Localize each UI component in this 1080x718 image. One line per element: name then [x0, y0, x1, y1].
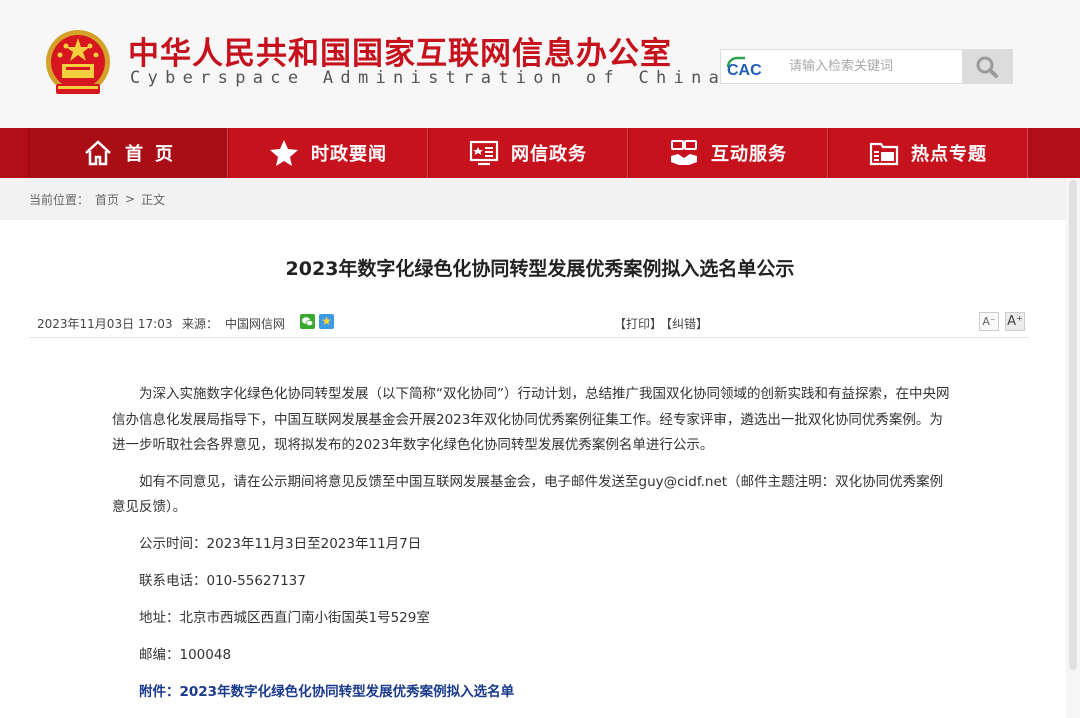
paragraph: 如有不同意见，请在公示期间将意见反馈至中国互联网发展基金会，电子邮件发送至guy…	[112, 473, 944, 516]
nav-item-label: 网信政务	[511, 144, 587, 165]
monitor-icon	[469, 138, 499, 168]
main-nav: 首页 时政要闻 网信政务 互动服务 热点专题	[0, 128, 1080, 178]
folder-icon	[869, 138, 899, 168]
breadcrumb: 当前位置： 首页 > 正文	[0, 178, 1080, 220]
national-emblem-icon	[46, 30, 110, 94]
nav-item-affairs[interactable]: 网信政务	[428, 128, 628, 178]
print-link[interactable]: 【打印】	[614, 315, 662, 332]
search-button[interactable]	[962, 50, 1012, 83]
nav-edge-right	[1028, 128, 1080, 178]
cac-logo-icon: CAC	[726, 56, 762, 79]
breadcrumb-home[interactable]: 首页	[95, 191, 119, 208]
nav-item-news[interactable]: 时政要闻	[228, 128, 428, 178]
svg-text:CAC: CAC	[727, 62, 762, 79]
source-name: 中国网信网	[225, 317, 286, 331]
nav-item-label: 热点专题	[911, 144, 987, 165]
search-icon	[976, 56, 998, 78]
nav-item-label: 首页	[125, 144, 185, 165]
postcode-line: 邮编：100048	[139, 646, 232, 663]
nav-item-service[interactable]: 互动服务	[628, 128, 828, 178]
site-title-en: Cyberspace Administration of China	[130, 68, 727, 88]
breadcrumb-prefix: 当前位置：	[29, 192, 90, 207]
source-label: 来源：	[182, 317, 219, 331]
article-meta-bar: 2023年11月03日 17:03 来源： 中国网信网 ★ 【打印】 【纠错】 …	[29, 308, 1029, 338]
page-title: 2023年数字化绿色化协同转型发展优秀案例拟入选名单公示	[285, 258, 795, 280]
search-box: CAC	[720, 49, 1013, 84]
nav-item-label: 互动服务	[711, 144, 787, 165]
paragraph: 为深入实施数字化绿色化协同转型发展（以下简称“双化协同”）行动计划，总结推广我国…	[112, 386, 950, 453]
breadcrumb-current: 正文	[141, 192, 166, 207]
phone-line: 联系电话：010-55627137	[139, 572, 306, 589]
attachment-link[interactable]: 附件：2023年数字化绿色化协同转型发展优秀案例拟入选名单	[139, 684, 514, 700]
font-increase-button[interactable]: A⁺	[1005, 312, 1025, 331]
nav-edge-left	[0, 128, 28, 178]
nav-item-label: 时政要闻	[311, 144, 387, 165]
page-scrollbar[interactable]	[1066, 178, 1080, 718]
breadcrumb-separator: >	[125, 192, 136, 206]
nav-item-topics[interactable]: 热点专题	[828, 128, 1028, 178]
handshake-icon	[669, 138, 699, 168]
site-title-cn: 中华人民共和国国家互联网信息办公室	[128, 36, 672, 72]
article-body: 为深入实施数字化绿色化协同转型发展（以下简称“双化协同”）行动计划，总结推广我国…	[112, 382, 950, 717]
nav-item-home[interactable]: 首页	[28, 128, 228, 178]
wechat-share-icon[interactable]	[300, 314, 315, 329]
site-header: 中华人民共和国国家互联网信息办公室 Cyberspace Administrat…	[0, 0, 1080, 128]
star-icon	[269, 138, 299, 168]
scrollbar-thumb[interactable]	[1069, 180, 1077, 670]
publish-date: 2023年11月03日 17:03	[37, 317, 173, 331]
address-line: 地址：北京市西城区西直门南小街国英1号529室	[139, 609, 430, 626]
correction-link[interactable]: 【纠错】	[660, 315, 708, 332]
qzone-share-icon[interactable]: ★	[319, 314, 334, 329]
period-line: 公示时间：2023年11月3日至2023年11月7日	[139, 535, 422, 552]
home-icon	[83, 138, 113, 168]
font-decrease-button[interactable]: A⁻	[979, 312, 999, 331]
search-input[interactable]	[783, 50, 963, 83]
